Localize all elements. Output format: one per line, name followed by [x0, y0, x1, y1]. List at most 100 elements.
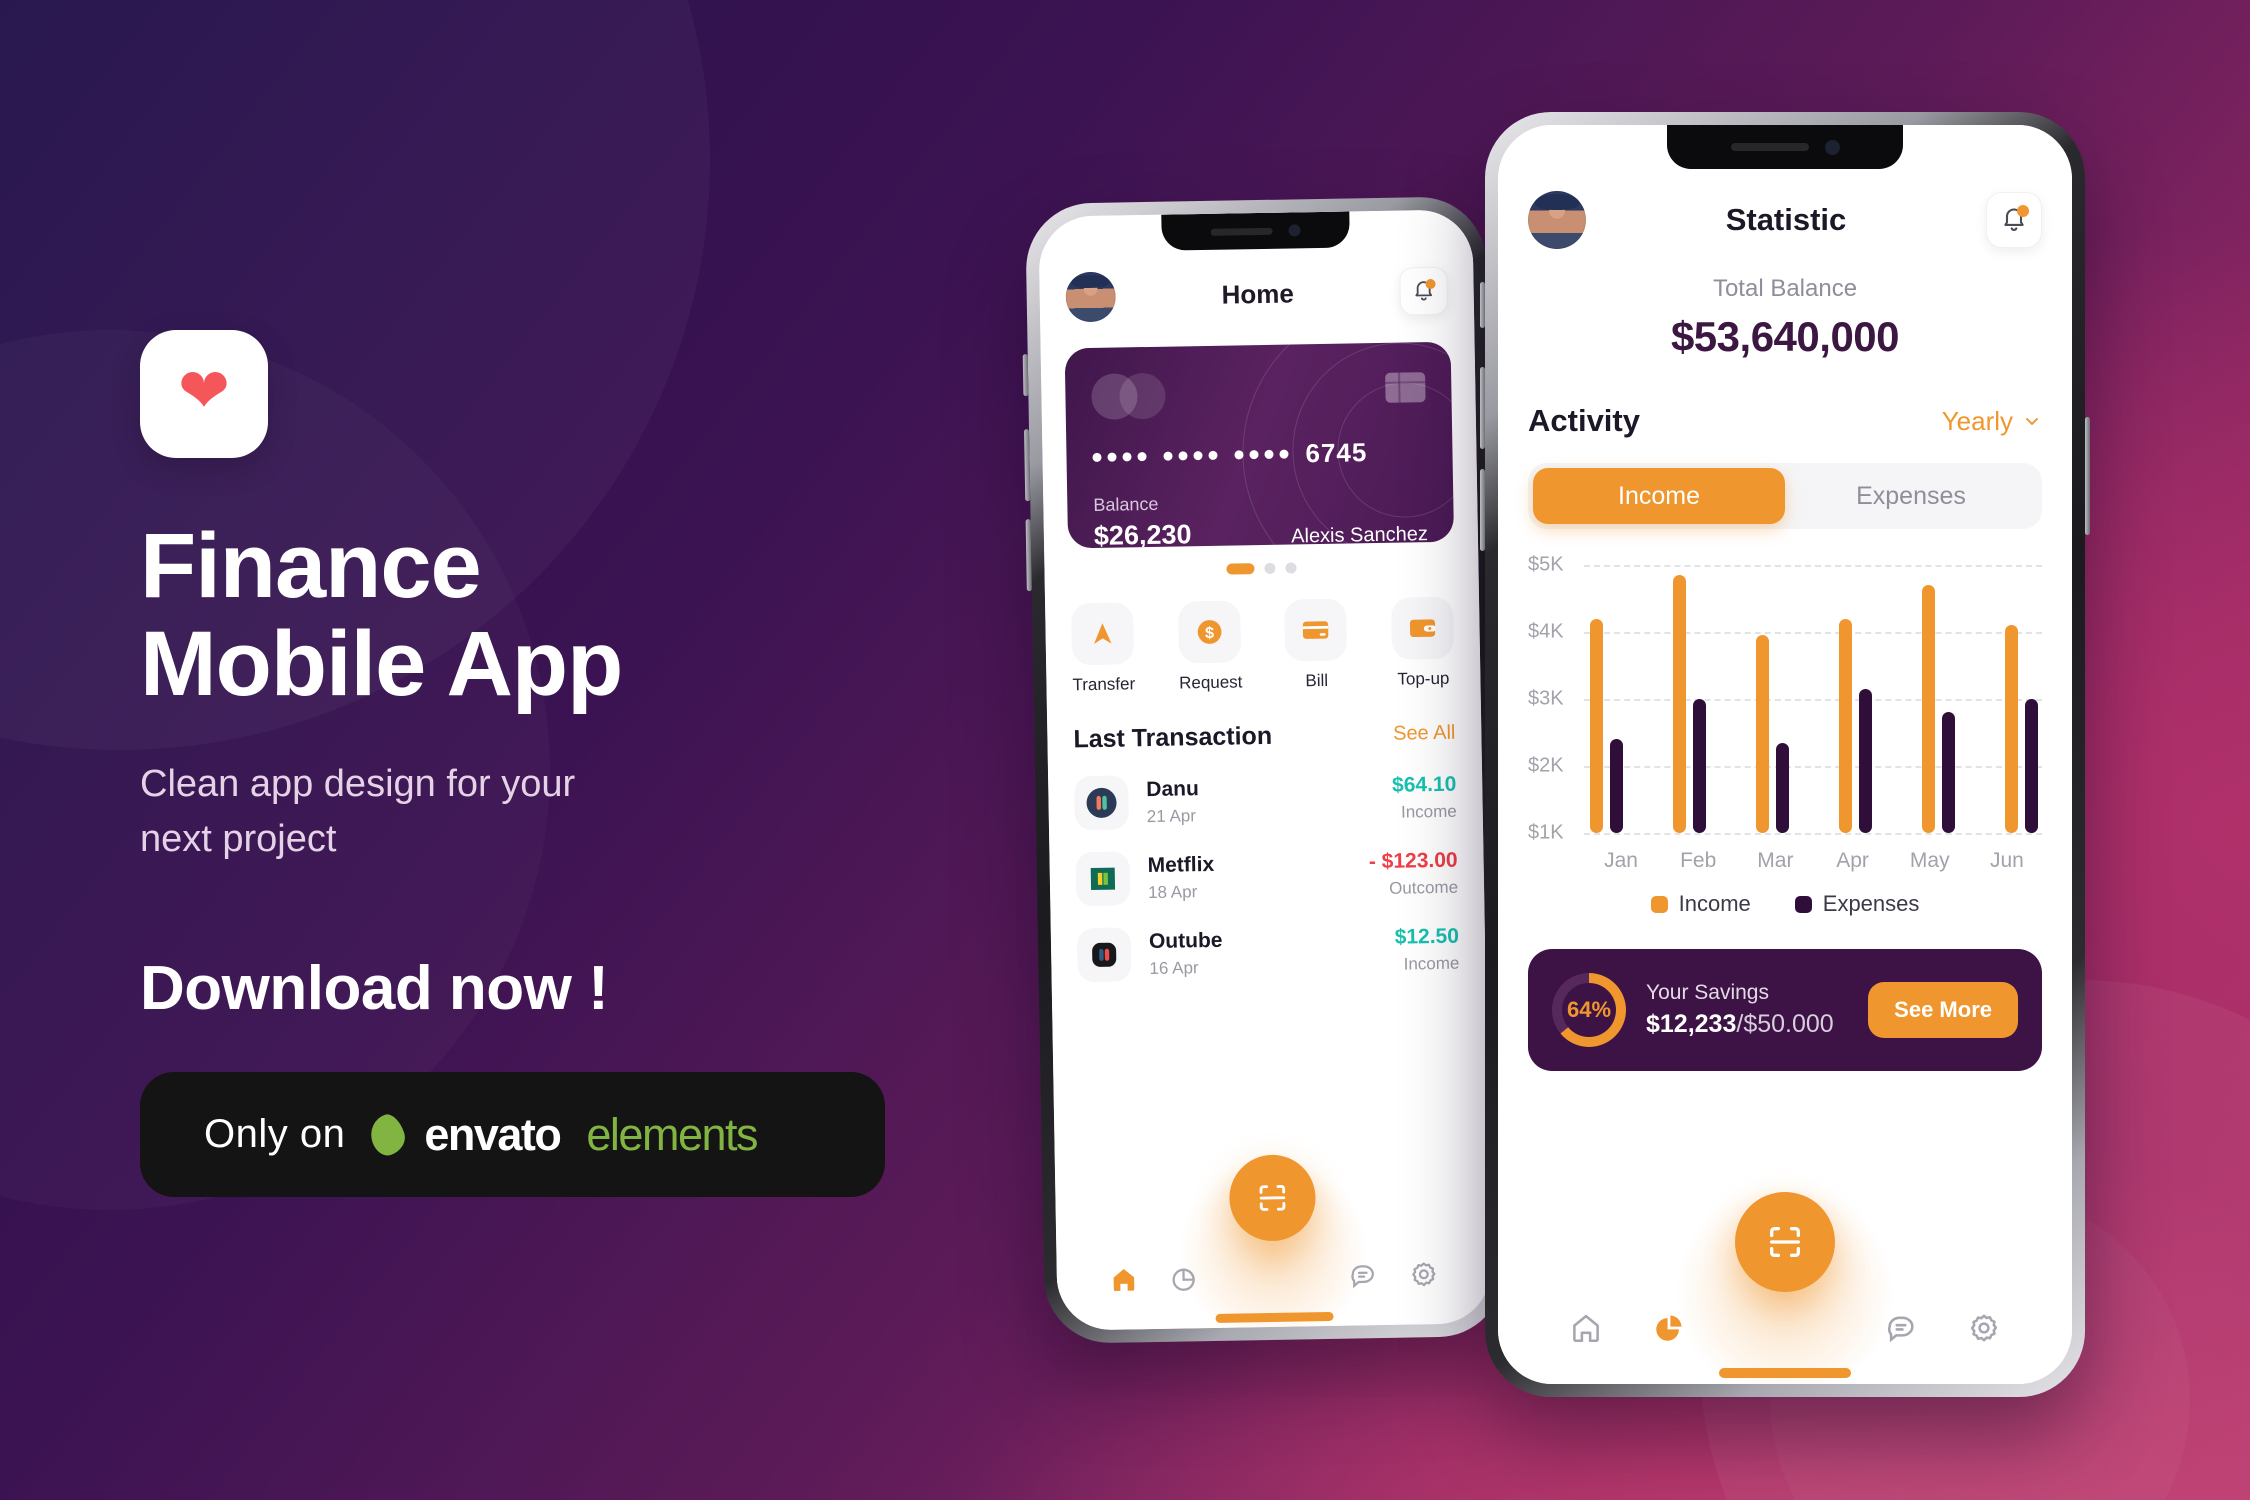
credit-card[interactable]: 6745 Balance $26,230 Alexis Sanchez: [1064, 341, 1455, 549]
pagination-dot[interactable]: [1285, 562, 1297, 574]
savings-amount: $12,233/$50.000: [1646, 1010, 1834, 1039]
bar-expenses: [1859, 688, 1872, 833]
savings-label: Your Savings: [1646, 981, 1769, 1004]
quick-action-bill[interactable]: Bill: [1284, 598, 1348, 692]
pagination-dot[interactable]: [1264, 562, 1276, 574]
pagination-dot-active[interactable]: [1226, 563, 1255, 575]
chart-bars: [1590, 565, 2038, 833]
total-balance-value: $53,640,000: [1670, 313, 1900, 360]
activity-bar-chart: $5K $4K $3K $2K $1K: [1528, 554, 2042, 844]
page-title: Statistic: [1725, 202, 1847, 237]
legend-swatch: [1650, 895, 1668, 913]
transaction-kind: Income: [1403, 953, 1460, 974]
quick-action-label: Top-up: [1397, 668, 1450, 689]
transaction-kind: Income: [1400, 801, 1457, 822]
nav-item-statistics[interactable]: [1169, 1263, 1200, 1299]
legend-swatch: [1794, 895, 1812, 913]
activity-header: Activity Yearly: [1498, 361, 2072, 439]
chart-legend: Income Expenses: [1498, 891, 2072, 917]
y-axis-tick: $2K: [1528, 754, 1564, 777]
bar-income: [1756, 635, 1769, 833]
bottom-navigation: [1057, 1258, 1492, 1301]
y-axis-tick: $5K: [1528, 553, 1564, 576]
settings-gear-icon: [1412, 1262, 1436, 1287]
bar-income: [1839, 618, 1852, 833]
wallet-icon: [1409, 619, 1436, 638]
subtitle-line-1: Clean app design for your: [140, 763, 576, 806]
page-title: Finance Mobile App: [140, 515, 940, 715]
phone-mute-switch: [1022, 354, 1029, 397]
home-icon: [1113, 1269, 1134, 1291]
credit-card-icon: [1303, 621, 1329, 639]
table-row[interactable]: Metflix 18 Apr - $123.00 Outcome: [1075, 824, 1458, 907]
pie-chart-icon: [1172, 1268, 1195, 1291]
scan-fab-button[interactable]: [1735, 1192, 1835, 1292]
chat-icon: [1351, 1265, 1375, 1289]
elements-wordmark: elements: [586, 1108, 758, 1160]
bar-expenses: [1776, 742, 1789, 833]
table-row[interactable]: Outube 16 Apr $12.50 Income: [1076, 900, 1460, 983]
tab-income[interactable]: Income: [1533, 468, 1785, 524]
transaction-date: 21 Apr: [1146, 805, 1197, 826]
bar-expenses: [1610, 739, 1623, 833]
table-row[interactable]: Danu 21 Apr $64.10 Income: [1074, 748, 1457, 831]
legend-label: Expenses: [1822, 891, 1920, 916]
settings-gear-icon: [1971, 1314, 1998, 1342]
see-more-button[interactable]: See More: [1868, 982, 2018, 1038]
chevron-down-icon: [2026, 418, 2038, 426]
nav-item-settings[interactable]: [1967, 1311, 2001, 1350]
nav-item-home[interactable]: [1108, 1264, 1139, 1300]
quick-actions-row: Transfer $ Request Bill Top-up: [1045, 570, 1481, 696]
bar-expenses: [2025, 699, 2038, 833]
x-axis-tick: May: [1909, 849, 1950, 872]
danu-logo-icon: [1074, 775, 1130, 831]
grid-line: [1584, 833, 2042, 835]
phone-device-statistic: Statistic Total Balance $53,640,000 Acti…: [1480, 112, 2090, 1397]
headline-line-1: Finance: [140, 515, 482, 617]
quick-action-label: Request: [1178, 672, 1243, 693]
home-icon: [1572, 1314, 1599, 1343]
phone-device-home: Home 6745 Balance $26,230 Alexis Sanchez…: [1022, 196, 1505, 1344]
bar-group: [1673, 565, 1706, 833]
nav-item-statistics[interactable]: [1652, 1311, 1686, 1350]
card-balance-value: $26,230: [1093, 519, 1192, 549]
nav-item-home[interactable]: [1569, 1311, 1603, 1350]
masked-digit-group: [1092, 452, 1147, 462]
quick-action-request[interactable]: $ Request: [1177, 600, 1243, 693]
transaction-name: Danu: [1146, 776, 1200, 801]
phone-volume-down: [1480, 469, 1485, 551]
nav-item-chat[interactable]: [1348, 1260, 1379, 1296]
front-camera: [1288, 224, 1301, 237]
section-title: Last Transaction: [1073, 721, 1273, 754]
x-axis-tick: Feb: [1680, 849, 1717, 872]
heart-icon: ❤: [178, 357, 230, 426]
income-expenses-toggle[interactable]: Income Expenses: [1528, 463, 2042, 529]
nav-item-settings[interactable]: [1409, 1259, 1440, 1295]
avatar[interactable]: [1528, 191, 1586, 249]
notifications-button[interactable]: [1985, 192, 2042, 248]
avatar[interactable]: [1065, 271, 1117, 323]
x-axis-tick: Apr: [1836, 849, 1869, 872]
masked-digit-group: [1163, 450, 1218, 461]
bar-group: [1839, 565, 1872, 833]
bar-group: [2005, 565, 2038, 833]
home-screen: Home 6745 Balance $26,230 Alexis Sanchez…: [1038, 209, 1492, 1331]
savings-target: $50.000: [1743, 1010, 1834, 1038]
period-selector[interactable]: Yearly: [1942, 406, 2042, 437]
download-cta-text: Download now !: [140, 954, 609, 1024]
nav-item-chat[interactable]: [1884, 1311, 1918, 1350]
home-indicator: [1719, 1368, 1851, 1378]
bar-expenses: [1693, 699, 1706, 833]
headline-line-2: Mobile App: [140, 612, 623, 715]
savings-current: $12,233: [1646, 1010, 1737, 1038]
bar-income: [1590, 618, 1603, 833]
notifications-button[interactable]: [1399, 266, 1449, 316]
badge-prefix-label: Only on: [204, 1112, 346, 1157]
see-all-link[interactable]: See All: [1393, 722, 1456, 746]
quick-action-topup[interactable]: Top-up: [1390, 596, 1455, 690]
envato-elements-badge[interactable]: Only on envato elements: [140, 1072, 885, 1198]
promo-column: ❤ Finance Mobile App Clean app design fo…: [140, 330, 940, 1198]
phone-mute-switch: [1480, 282, 1485, 328]
quick-action-transfer[interactable]: Transfer: [1071, 602, 1135, 695]
tab-expenses[interactable]: Expenses: [1785, 468, 2037, 524]
